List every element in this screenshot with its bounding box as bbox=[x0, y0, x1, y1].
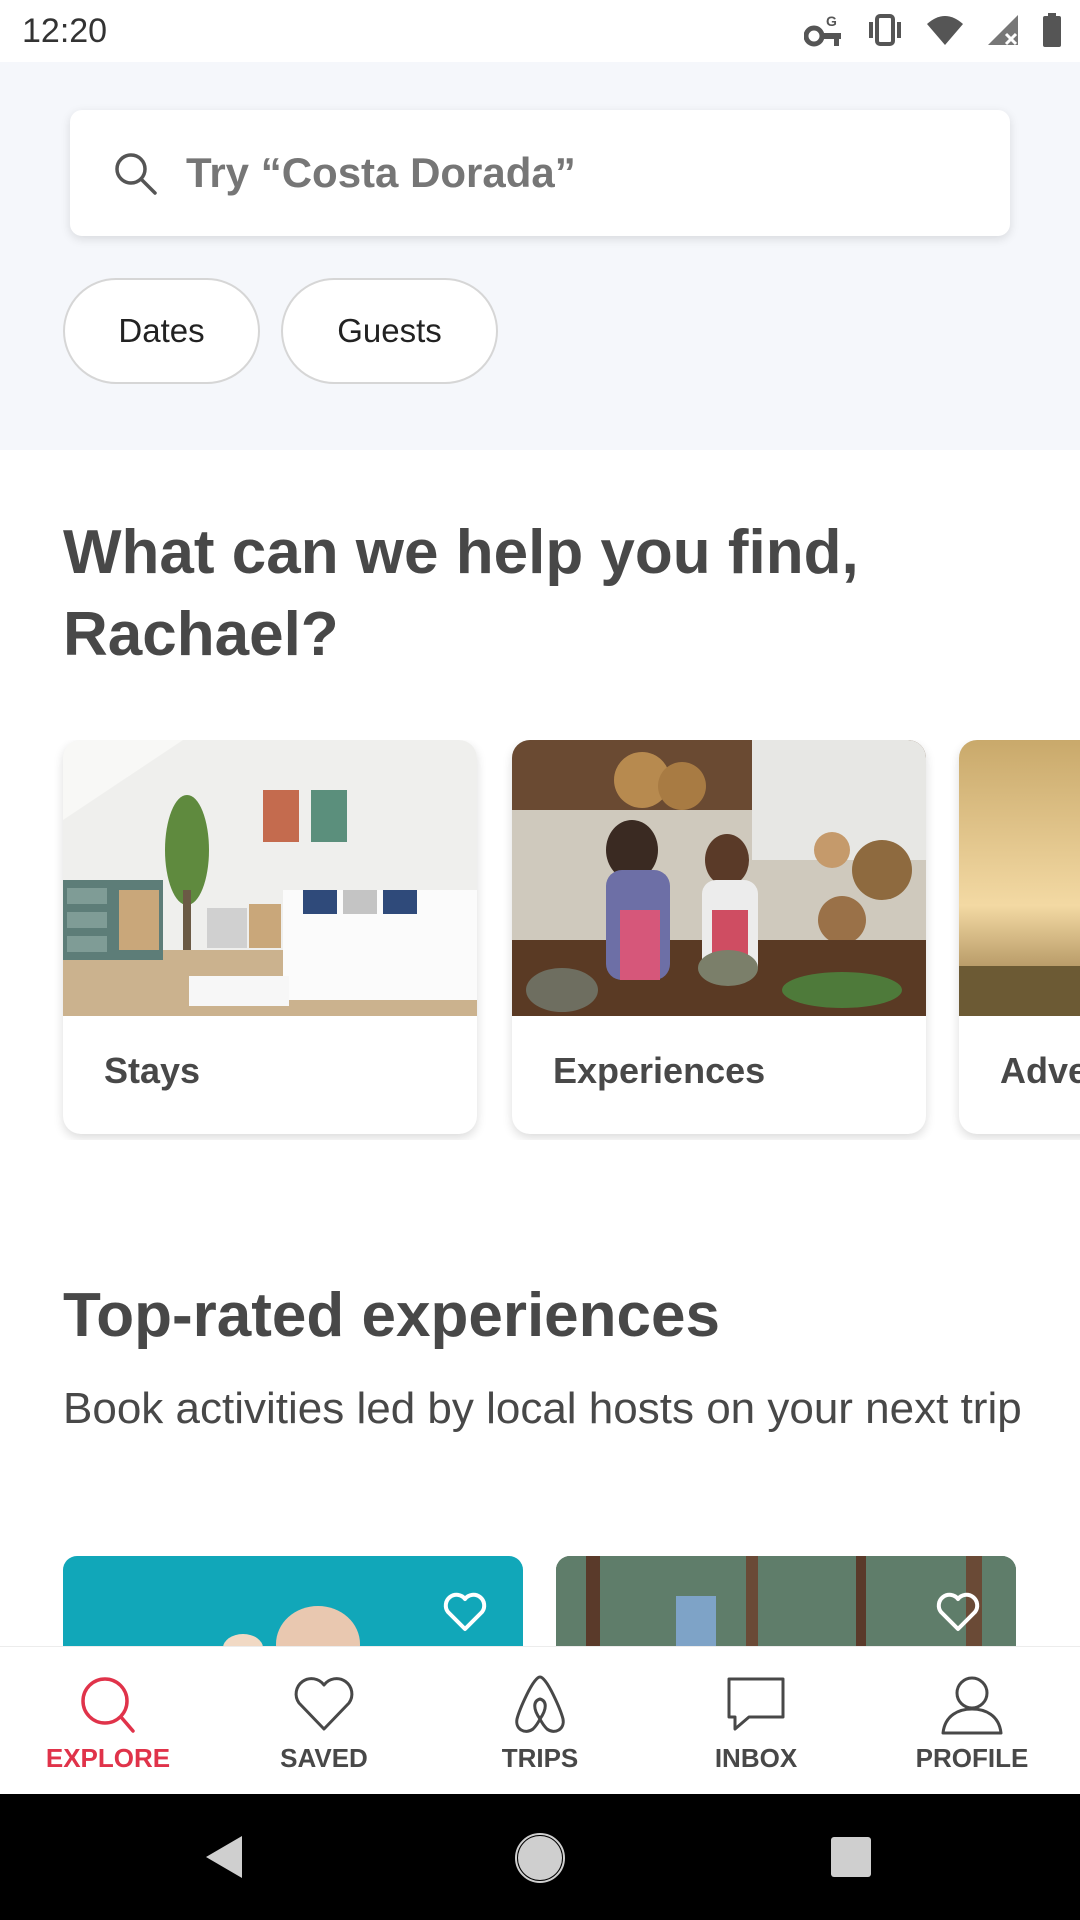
nav-inbox[interactable]: INBOX bbox=[648, 1647, 864, 1795]
back-icon[interactable] bbox=[204, 1834, 244, 1880]
recents-icon[interactable] bbox=[830, 1836, 872, 1878]
category-card-stays[interactable]: Stays bbox=[63, 740, 477, 1134]
search-bar[interactable]: Try “Costa Dorada” bbox=[70, 110, 1010, 236]
heart-icon[interactable] bbox=[443, 1592, 487, 1632]
nav-label: TRIPS bbox=[501, 1743, 579, 1773]
vibrate-icon bbox=[869, 14, 901, 46]
nav-label: SAVED bbox=[280, 1743, 368, 1773]
home-icon[interactable] bbox=[514, 1832, 566, 1884]
nav-trips[interactable]: TRIPS bbox=[432, 1647, 648, 1795]
nav-profile[interactable]: PROFILE bbox=[864, 1647, 1080, 1795]
nav-saved[interactable]: SAVED bbox=[216, 1647, 432, 1795]
category-card-adventures[interactable]: Adve bbox=[959, 740, 1080, 1134]
category-label: Experiences bbox=[553, 1050, 766, 1091]
airbnb-logo-icon bbox=[515, 1675, 565, 1733]
status-icons: G bbox=[804, 10, 1062, 50]
system-nav-bar bbox=[0, 1794, 1080, 1920]
section-subtitle: Book activities led by local hosts on yo… bbox=[63, 1384, 1022, 1433]
status-bar: 12:20 G bbox=[0, 0, 1080, 62]
bottom-nav: EXPLORE SAVED TRIPS INBOX PROFILE bbox=[0, 1646, 1080, 1795]
dates-filter-button[interactable]: Dates bbox=[63, 278, 260, 384]
experience-tile[interactable] bbox=[556, 1556, 1016, 1646]
search-header: Try “Costa Dorada” Dates Guests bbox=[0, 62, 1080, 450]
bedroom-photo bbox=[63, 740, 477, 1016]
status-time: 12:20 bbox=[22, 12, 108, 50]
cooking-photo bbox=[512, 740, 926, 1016]
guests-filter-button[interactable]: Guests bbox=[281, 278, 498, 384]
nav-label: EXPLORE bbox=[45, 1743, 171, 1773]
category-carousel[interactable]: Stays Experiences Adve bbox=[0, 740, 1080, 1140]
message-icon bbox=[727, 1677, 785, 1731]
nav-explore[interactable]: EXPLORE bbox=[0, 1647, 216, 1795]
nav-label: PROFILE bbox=[915, 1743, 1029, 1773]
experience-tile[interactable] bbox=[63, 1556, 523, 1646]
section-title: Top-rated experiences bbox=[63, 1281, 720, 1350]
heart-icon[interactable] bbox=[936, 1592, 980, 1632]
search-icon bbox=[81, 1677, 135, 1733]
category-label: Adve bbox=[1000, 1050, 1080, 1091]
search-icon bbox=[115, 153, 157, 195]
vpn-key-icon: G bbox=[804, 13, 841, 47]
signal-icon bbox=[988, 15, 1018, 46]
sunset-photo bbox=[959, 740, 1080, 1016]
search-placeholder: Try “Costa Dorada” bbox=[186, 149, 576, 196]
nav-label: INBOX bbox=[714, 1743, 798, 1773]
heart-icon bbox=[294, 1677, 354, 1731]
person-icon bbox=[941, 1676, 1003, 1735]
find-heading: What can we help you find, Rachael? bbox=[63, 518, 859, 669]
svg-text:G: G bbox=[826, 13, 837, 29]
wifi-icon bbox=[927, 16, 963, 45]
category-label: Stays bbox=[104, 1050, 201, 1091]
category-card-experiences[interactable]: Experiences bbox=[512, 740, 926, 1134]
battery-icon bbox=[1043, 13, 1061, 47]
